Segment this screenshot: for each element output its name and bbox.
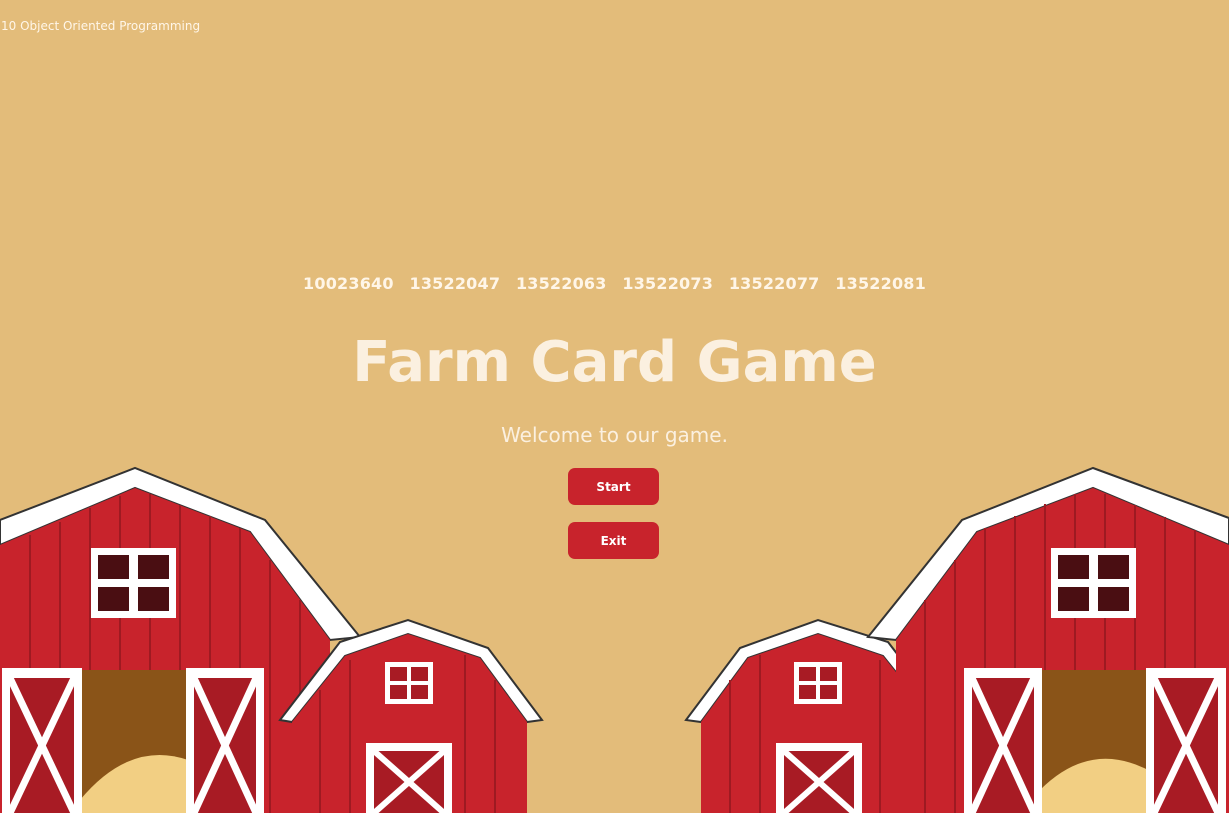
left-barn-door-left bbox=[2, 668, 82, 813]
student-id: 13522073 bbox=[622, 274, 714, 293]
right-barn-door-left bbox=[964, 668, 1042, 813]
start-button[interactable]: Start bbox=[568, 468, 659, 505]
welcome-message: Welcome to our game. bbox=[501, 423, 728, 447]
student-id: 13522081 bbox=[835, 274, 926, 293]
right-small-barn bbox=[684, 618, 950, 813]
window-title: 10 Object Oriented Programming bbox=[1, 19, 201, 33]
right-barn-door-right bbox=[1146, 668, 1226, 813]
right-big-barn bbox=[866, 466, 1229, 813]
barn-illustration bbox=[0, 466, 1229, 813]
student-id: 13522047 bbox=[409, 274, 501, 293]
left-big-barn bbox=[0, 466, 362, 813]
exit-button[interactable]: Exit bbox=[568, 522, 659, 559]
left-small-barn bbox=[278, 618, 544, 813]
game-main-menu: 10 Object Oriented Programming 10023640 … bbox=[0, 0, 1229, 813]
left-barn-door-right bbox=[186, 668, 264, 813]
student-id: 13522077 bbox=[728, 274, 820, 293]
student-id: 10023640 bbox=[303, 274, 394, 293]
game-title: Farm Card Game bbox=[352, 330, 877, 395]
student-id: 13522063 bbox=[515, 274, 607, 293]
student-id-list: 10023640 13522047 13522063 13522073 1352… bbox=[0, 274, 1229, 293]
